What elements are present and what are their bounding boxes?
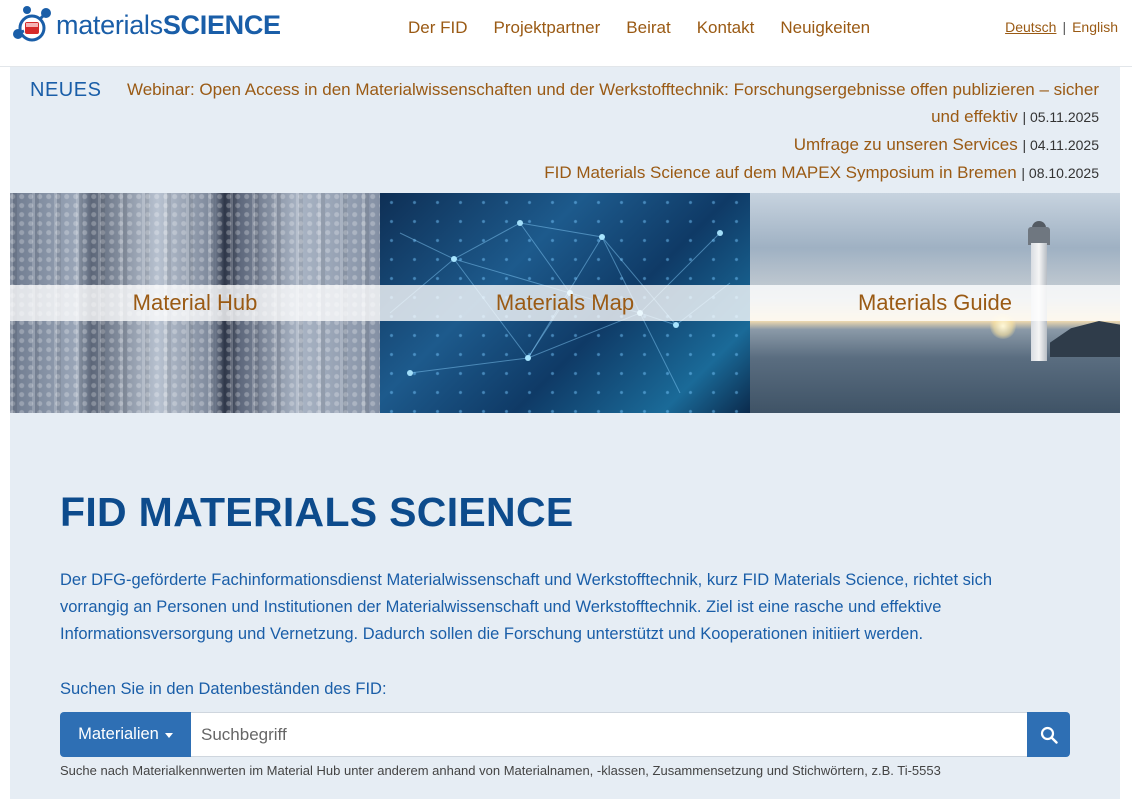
caret-down-icon xyxy=(164,733,173,738)
search-icon xyxy=(1040,726,1058,744)
intro-text: Der DFG-geförderte Fachinformationsdiens… xyxy=(60,571,992,643)
nav-beirat[interactable]: Beirat xyxy=(626,18,670,38)
search-hint: Suche nach Materialkennwerten im Materia… xyxy=(60,763,941,778)
materials-logo-icon xyxy=(10,4,54,46)
tile-materials-guide[interactable]: Materials Guide xyxy=(750,193,1120,413)
search-input[interactable] xyxy=(191,712,1027,757)
news-link[interactable]: Webinar: Open Access in den Materialwiss… xyxy=(127,80,1099,126)
tile-label: Materials Guide xyxy=(750,285,1120,321)
news-date: | 04.11.2025 xyxy=(1022,137,1099,153)
logo-wordmark: materialsSCIENCE xyxy=(56,9,281,40)
search-button[interactable] xyxy=(1027,712,1070,757)
language-switcher: Deutsch | English xyxy=(1005,19,1118,35)
nav-kontakt[interactable]: Kontakt xyxy=(697,18,755,38)
news-item: Webinar: Open Access in den Materialwiss… xyxy=(99,76,1099,131)
site-logo[interactable]: materialsSCIENCE xyxy=(10,4,281,46)
news-list: Webinar: Open Access in den Materialwiss… xyxy=(99,76,1099,187)
lang-deutsch[interactable]: Deutsch xyxy=(1005,19,1056,35)
logo-text-bold: SCIENCE xyxy=(162,9,281,40)
search-label: Suchen Sie in den Datenbeständen des FID… xyxy=(60,680,387,698)
tile-label: Material Hub xyxy=(10,285,380,321)
tile-materials-map[interactable]: Materials Map xyxy=(380,193,750,413)
tile-material-hub[interactable]: Material Hub xyxy=(10,193,380,413)
logo-text-thin: materials xyxy=(56,9,163,40)
page-title: FID MATERIALS SCIENCE xyxy=(60,489,574,535)
news-link[interactable]: FID Materials Science auf dem MAPEX Symp… xyxy=(544,163,1016,182)
content-panel: NEUES Webinar: Open Access in den Materi… xyxy=(10,67,1120,799)
tile-label: Materials Map xyxy=(380,285,750,321)
nav-projektpartner[interactable]: Projektpartner xyxy=(494,18,601,38)
search-bar: Materialien xyxy=(60,712,1070,757)
news-item: Umfrage zu unseren Services | 04.11.2025 xyxy=(99,131,1099,159)
dropdown-label: Materialien xyxy=(78,725,159,743)
news-label: NEUES xyxy=(30,79,102,101)
lang-english[interactable]: English xyxy=(1072,19,1118,35)
search-category-dropdown[interactable]: Materialien xyxy=(60,712,191,757)
news-link[interactable]: Umfrage zu unseren Services xyxy=(794,135,1018,154)
service-tiles: Material Hub Materials Map Materials Gui… xyxy=(10,193,1120,413)
lang-separator: | xyxy=(1062,19,1067,35)
news-item: FID Materials Science auf dem MAPEX Symp… xyxy=(99,159,1099,187)
news-date: | 08.10.2025 xyxy=(1021,165,1099,181)
news-date: | 05.11.2025 xyxy=(1022,109,1099,125)
main-nav: Der FID Projektpartner Beirat Kontakt Ne… xyxy=(408,18,870,38)
nav-neuigkeiten[interactable]: Neuigkeiten xyxy=(780,18,870,38)
site-header: materialsSCIENCE Der FID Projektpartner … xyxy=(0,0,1132,67)
nav-der-fid[interactable]: Der FID xyxy=(408,18,468,38)
